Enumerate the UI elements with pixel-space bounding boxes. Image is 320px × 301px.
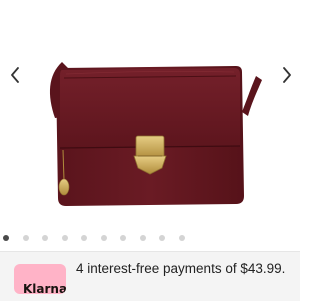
product-gallery[interactable]: [0, 0, 300, 232]
carousel-next-button[interactable]: [278, 64, 296, 86]
product-image: [49, 62, 262, 206]
carousel-dot-7[interactable]: [120, 235, 126, 241]
chevron-left-icon: [11, 67, 19, 83]
carousel-dot-9[interactable]: [159, 235, 165, 241]
installment-text: 4 interest-free payments of $43.99.: [76, 261, 286, 276]
chevron-right-icon: [283, 67, 291, 83]
carousel-dot-5[interactable]: [81, 235, 87, 241]
carousel-dot-10[interactable]: [178, 235, 185, 241]
carousel-dot-6[interactable]: [100, 235, 107, 241]
carousel-dot-3[interactable]: [42, 235, 48, 241]
carousel-dot-4[interactable]: [61, 235, 68, 241]
klarna-badge: Klarna: [14, 264, 66, 294]
carousel-dot-2[interactable]: [22, 235, 29, 241]
carousel-dots: [0, 233, 185, 243]
klarna-badge-label: Klarna: [23, 282, 66, 294]
klarna-payment-banner[interactable]: Klarna 4 interest-free payments of $43.9…: [0, 251, 300, 301]
carousel-dot-8[interactable]: [139, 235, 146, 241]
carousel-prev-button[interactable]: [6, 64, 24, 86]
carousel-dot-1[interactable]: [3, 235, 9, 241]
